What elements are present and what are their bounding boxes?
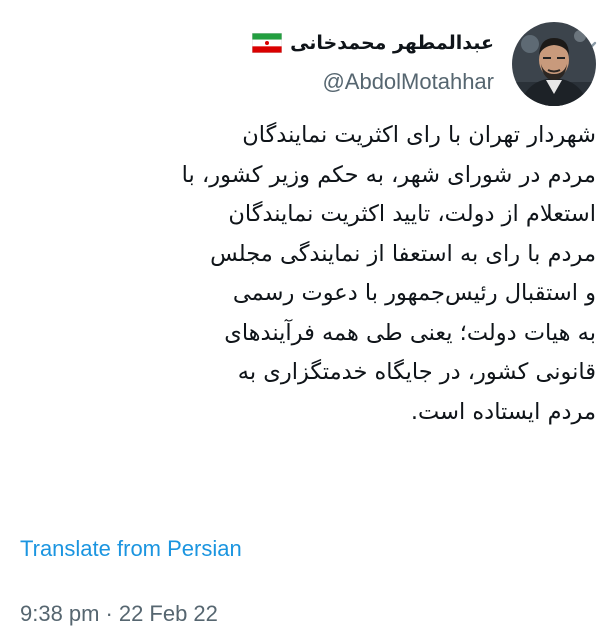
timestamp-separator: · — [105, 601, 113, 626]
display-name[interactable]: عبدالمطهر محمدخانی — [290, 32, 494, 54]
tweet-text-line: مردم با رای به استعفا از نمایندگی مجلس — [210, 240, 596, 267]
translate-link[interactable]: Translate from Persian — [20, 536, 242, 562]
tweet-text-line: استعلام از دولت، تایید اکثریت نمایندگان — [228, 201, 596, 227]
tweet-text-line: مردم ایستاده است. — [410, 398, 596, 425]
tweet-text-line: به هیات دولت؛ یعنی طی همه فرآیندهای — [224, 319, 596, 346]
tweet-text-line: قانونی کشور، در جایگاه خدمتگزاری به — [237, 359, 596, 385]
user-handle[interactable]: @AbdolMotahhar — [322, 69, 494, 95]
tweet-text-line: شهردار تهران با رای اکثریت نمایندگان — [242, 122, 596, 148]
iran-flag-icon — [252, 33, 283, 53]
tweet-header: عبدالمطهر محمدخانی @AbdolMotahhar — [176, 14, 596, 110]
tweet-time: 9:38 pm — [20, 601, 100, 626]
tweet-timestamp[interactable]: 9:38 pm · 22 Feb 22 — [20, 601, 218, 627]
avatar[interactable] — [512, 22, 596, 106]
tweet-text: شهردار تهران با رای اکثریت نمایندگان مرد… — [14, 116, 596, 432]
name-row: عبدالمطهر محمدخانی — [252, 32, 494, 54]
tweet-date: 22 Feb 22 — [118, 601, 218, 626]
tweet-text-line: و استقبال رئیس‌جمهور با دعوت رسمی — [232, 280, 596, 306]
tweet-text-line: مردم در شورای شهر، به حکم وزیر کشور، با — [181, 161, 596, 188]
